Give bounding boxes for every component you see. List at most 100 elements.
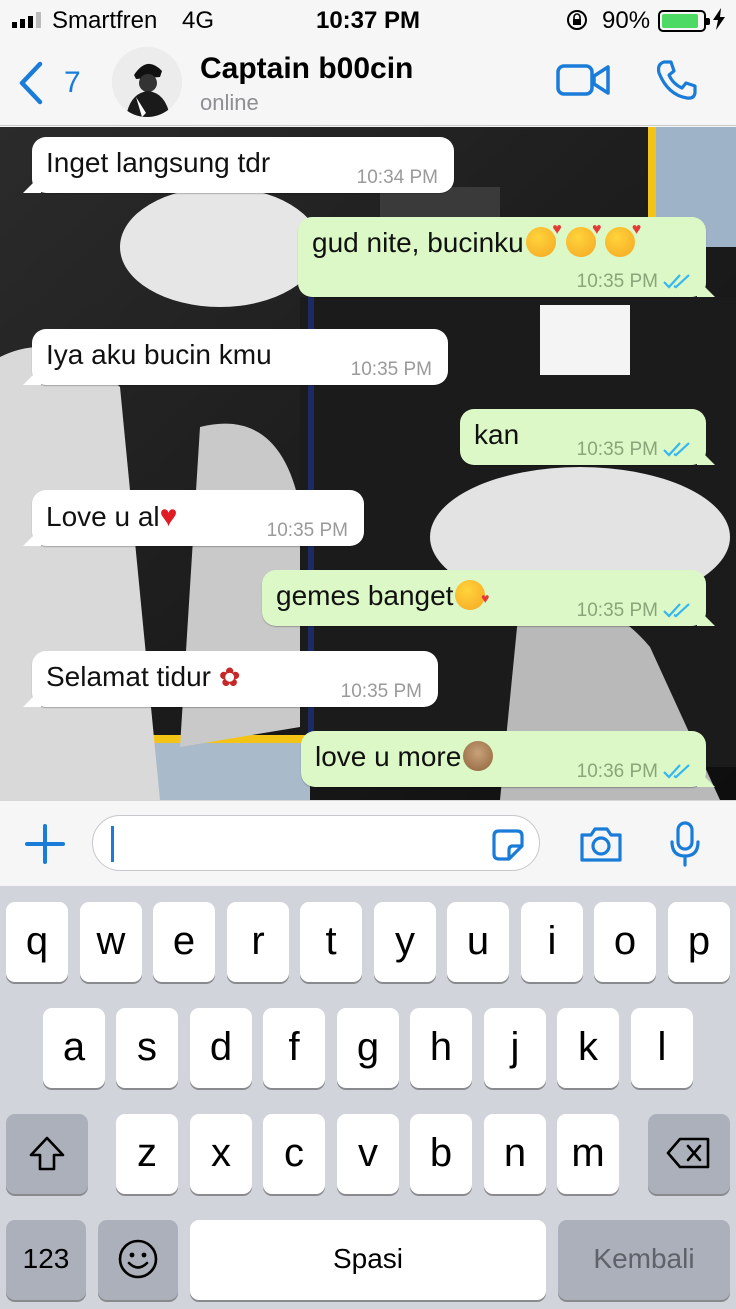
- camera-icon[interactable]: [578, 825, 624, 863]
- chevron-left-icon: [19, 61, 43, 105]
- message-text: Love u al: [46, 501, 160, 532]
- message-content: gemes banget: [276, 580, 489, 612]
- key-c[interactable]: c: [263, 1114, 325, 1194]
- key-d[interactable]: d: [190, 1008, 252, 1088]
- space-key[interactable]: Spasi: [190, 1220, 546, 1300]
- key-u[interactable]: u: [447, 902, 509, 982]
- key-a[interactable]: a: [43, 1008, 105, 1088]
- charging-icon: [713, 8, 725, 30]
- battery-level: [662, 14, 698, 28]
- message-text: gud nite, bucinku: [312, 227, 524, 258]
- phone-icon[interactable]: [654, 58, 698, 102]
- message-content: Selamat tidur ✿: [46, 661, 241, 693]
- message-list[interactable]: Inget langsung tdr 10:34 PM gud nite, bu…: [0, 127, 736, 800]
- back-button[interactable]: 7: [12, 58, 82, 108]
- key-w[interactable]: w: [80, 902, 142, 982]
- shift-key[interactable]: [6, 1114, 88, 1194]
- message-time: 10:35 PM: [266, 520, 348, 541]
- message-time: 10:34 PM: [356, 167, 438, 188]
- message-incoming[interactable]: Selamat tidur ✿ 10:35 PM: [32, 651, 438, 707]
- emoji-key[interactable]: [98, 1220, 178, 1300]
- battery-percentage: 90%: [602, 7, 651, 34]
- plus-icon[interactable]: [24, 823, 66, 865]
- key-j[interactable]: j: [484, 1008, 546, 1088]
- unread-count: 7: [64, 66, 81, 99]
- smiling-face-with-hearts-icon: [525, 221, 562, 257]
- key-y[interactable]: y: [374, 902, 436, 982]
- key-m[interactable]: m: [557, 1114, 619, 1194]
- message-incoming[interactable]: Iya aku bucin kmu 10:35 PM: [32, 329, 448, 385]
- message-text: love u more: [315, 741, 462, 772]
- rose-icon: ✿: [218, 662, 241, 692]
- contact-name[interactable]: Captain b00cin: [200, 52, 413, 86]
- smiling-face-with-hearts-icon: [565, 221, 602, 257]
- key-k[interactable]: k: [557, 1008, 619, 1088]
- message-content: love u more: [315, 741, 494, 773]
- battery-icon: [658, 10, 710, 32]
- key-f[interactable]: f: [263, 1008, 325, 1088]
- key-v[interactable]: v: [337, 1114, 399, 1194]
- delete-key[interactable]: [648, 1114, 730, 1194]
- message-incoming[interactable]: Love u al♥ 10:35 PM: [32, 490, 364, 546]
- key-r[interactable]: r: [227, 902, 289, 982]
- key-q[interactable]: q: [6, 902, 68, 982]
- shift-icon: [29, 1136, 65, 1171]
- message-outgoing[interactable]: kan 10:35 PM: [460, 409, 706, 465]
- key-l[interactable]: l: [631, 1008, 693, 1088]
- see-no-evil-monkey-icon: [463, 741, 494, 771]
- message-text: Inget langsung tdr: [46, 147, 271, 178]
- battery-cap: [706, 18, 710, 25]
- message-time: 10:36 PM: [576, 761, 658, 782]
- key-z[interactable]: z: [116, 1114, 178, 1194]
- key-x[interactable]: x: [190, 1114, 252, 1194]
- key-h[interactable]: h: [410, 1008, 472, 1088]
- message-time: 10:35 PM: [350, 359, 432, 380]
- avatar-picture: [112, 47, 182, 117]
- message-outgoing[interactable]: gud nite, bucinku 10:35 PM: [298, 217, 706, 297]
- key-o[interactable]: o: [594, 902, 656, 982]
- text-caret: [111, 826, 114, 862]
- key-i[interactable]: i: [521, 902, 583, 982]
- message-text: Selamat tidur: [46, 661, 219, 692]
- message-time: 10:35 PM: [576, 439, 658, 460]
- keyboard: q w e r t y u i o p a s d f g h j k l z …: [0, 886, 736, 1309]
- message-time: 10:35 PM: [340, 681, 422, 702]
- key-s[interactable]: s: [116, 1008, 178, 1088]
- smiling-face-with-hearts-icon: [605, 221, 641, 257]
- key-n[interactable]: n: [484, 1114, 546, 1194]
- message-incoming[interactable]: Inget langsung tdr 10:34 PM: [32, 137, 454, 193]
- microphone-icon[interactable]: [668, 821, 702, 867]
- message-text: Iya aku bucin kmu: [46, 339, 272, 370]
- message-outgoing[interactable]: gemes banget 10:35 PM: [262, 570, 706, 626]
- message-content: Love u al♥: [46, 500, 177, 534]
- key-e[interactable]: e: [153, 902, 215, 982]
- read-ticks-icon: [663, 603, 690, 618]
- face-blowing-kiss-icon: [455, 580, 489, 610]
- message-input-bar: [0, 800, 736, 886]
- contact-status: online: [200, 90, 259, 115]
- numbers-key[interactable]: 123: [6, 1220, 86, 1300]
- key-t[interactable]: t: [300, 902, 362, 982]
- video-call-icon[interactable]: [556, 60, 610, 100]
- message-input[interactable]: [92, 815, 540, 871]
- message-text: kan: [474, 419, 520, 450]
- orientation-lock-icon: [567, 10, 587, 30]
- key-g[interactable]: g: [337, 1008, 399, 1088]
- red-heart-icon: ♥: [159, 500, 178, 533]
- contact-avatar[interactable]: [112, 47, 182, 117]
- key-p[interactable]: p: [668, 902, 730, 982]
- message-outgoing[interactable]: love u more 10:36 PM: [301, 731, 706, 787]
- return-key[interactable]: Kembali: [558, 1220, 730, 1300]
- emoji-icon: [118, 1239, 158, 1279]
- message-time: 10:35 PM: [576, 600, 658, 621]
- read-ticks-icon: [663, 274, 690, 289]
- read-ticks-icon: [663, 764, 690, 779]
- delete-icon: [666, 1137, 710, 1169]
- key-b[interactable]: b: [410, 1114, 472, 1194]
- message-text: gemes banget: [276, 580, 454, 611]
- status-bar: Smartfren 4G 10:37 PM 90%: [0, 0, 736, 40]
- message-time: 10:35 PM: [576, 271, 658, 292]
- read-ticks-icon: [663, 442, 690, 457]
- sticker-icon[interactable]: [491, 828, 525, 862]
- message-content: gud nite, bucinku: [312, 221, 641, 259]
